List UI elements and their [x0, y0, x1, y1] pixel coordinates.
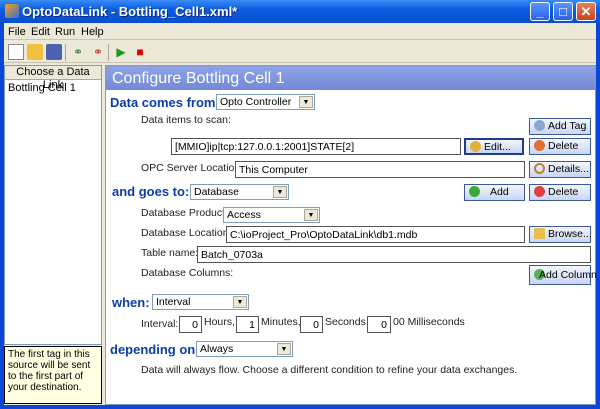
chevron-down-icon: ▼	[233, 296, 247, 308]
add-tag-label: Add Tag	[548, 120, 587, 132]
chevron-down-icon: ▼	[277, 343, 291, 355]
folder-icon	[534, 228, 545, 239]
source-value: Opto Controller	[220, 96, 292, 108]
location-field[interactable]: C:\ioProject_Pro\OptoDataLink\db1.mdb	[226, 226, 525, 243]
maximize-button[interactable]: □	[553, 2, 573, 21]
browse-button[interactable]: Browse...	[529, 226, 592, 243]
minus-circle-icon	[534, 186, 545, 197]
when-label: when:	[112, 295, 150, 310]
open-icon[interactable]	[27, 44, 43, 60]
menu-edit[interactable]: Edit	[31, 26, 50, 38]
list-header: Choose a Data Link	[5, 66, 101, 91]
menu-bar: File Edit Run Help	[4, 23, 596, 40]
window-title: OptoDataLink - Bottling_Cell1.xml*	[22, 4, 238, 19]
plus-circle-icon	[469, 186, 480, 197]
product-dropdown[interactable]: Access ▼	[223, 207, 320, 223]
location-label: Database Location:	[141, 227, 232, 239]
tag-field[interactable]: [MMIO]ip|tcp:127.0.0.1:2001]STATE[2]	[171, 138, 461, 155]
page-title: Configure Bottling Cell 1	[106, 66, 595, 90]
add-column-label: Add Column	[539, 269, 597, 281]
magnifier-icon	[534, 163, 545, 174]
data-link-list: Choose a Data Link Bottling Cell 1	[4, 65, 102, 345]
toolbar-separator	[65, 44, 66, 61]
edit-icon	[470, 141, 481, 152]
menu-run[interactable]: Run	[55, 26, 75, 38]
app-icon	[5, 4, 19, 18]
condition-description: Data will always flow. Choose a differen…	[141, 364, 518, 376]
list-item[interactable]: Bottling Cell 1	[5, 80, 101, 96]
items-label: Data items to scan:	[141, 114, 231, 126]
delete-link-icon[interactable]: ⚭	[90, 44, 106, 60]
minutes-label: Minutes,	[261, 316, 301, 328]
columns-label: Database Columns:	[141, 267, 234, 279]
browse-label: Browse...	[548, 228, 592, 240]
delete-dest-label: Delete	[548, 186, 579, 198]
milliseconds-field[interactable]: 0	[367, 316, 391, 333]
add-tag-button[interactable]: Add Tag	[529, 118, 591, 135]
tag-delete-icon	[534, 140, 545, 151]
save-icon[interactable]	[46, 44, 62, 60]
product-label: Database Product:	[141, 207, 228, 219]
edit-label: Edit...	[484, 141, 511, 153]
run-icon[interactable]: ▶	[113, 44, 129, 60]
depending-value: Always	[200, 343, 234, 355]
toolbar: ⚭ ⚭ ▶ ■	[4, 41, 596, 63]
source-dropdown[interactable]: Opto Controller ▼	[216, 94, 315, 110]
when-value: Interval	[156, 296, 191, 308]
dest-value: Database	[194, 186, 239, 198]
interval-label: Interval:	[141, 318, 179, 330]
title-bar[interactable]: OptoDataLink - Bottling_Cell1.xml* _ □ ✕	[0, 0, 600, 23]
new-icon[interactable]	[8, 44, 24, 60]
add-dest-button[interactable]: Add	[464, 184, 525, 201]
stop-icon[interactable]: ■	[132, 44, 148, 60]
minutes-field[interactable]: 1	[236, 316, 259, 333]
add-dest-label: Add	[490, 186, 509, 198]
source-label: Data comes from:	[110, 95, 220, 110]
delete-tag-label: Delete	[548, 140, 579, 152]
delete-dest-button[interactable]: Delete	[529, 184, 591, 201]
dest-dropdown[interactable]: Database ▼	[190, 184, 289, 200]
menu-help[interactable]: Help	[81, 26, 104, 38]
toolbar-separator	[108, 44, 109, 61]
menu-file[interactable]: File	[8, 26, 26, 38]
details-button[interactable]: Details...	[529, 161, 591, 178]
hours-label: Hours,	[204, 316, 235, 328]
when-dropdown[interactable]: Interval ▼	[152, 294, 249, 310]
depending-dropdown[interactable]: Always ▼	[196, 341, 293, 357]
delete-tag-button[interactable]: Delete	[529, 138, 591, 155]
table-field[interactable]: Batch_0703a	[197, 246, 591, 263]
tip-panel: The first tag in this source will be sen…	[4, 346, 102, 404]
dest-label: and goes to:	[112, 184, 190, 199]
chevron-down-icon: ▼	[299, 96, 313, 108]
minimize-button[interactable]: _	[530, 2, 550, 21]
add-link-icon[interactable]: ⚭	[70, 44, 86, 60]
chevron-down-icon: ▼	[304, 209, 318, 221]
tag-add-icon	[534, 120, 545, 131]
seconds-label: Seconds,	[325, 316, 369, 328]
edit-button[interactable]: Edit...	[464, 138, 524, 155]
seconds-field[interactable]: 0	[300, 316, 323, 333]
close-button[interactable]: ✕	[576, 2, 596, 21]
opc-field[interactable]: This Computer	[235, 161, 525, 178]
opc-label: OPC Server Location:	[141, 162, 244, 174]
hours-field[interactable]: 0	[179, 316, 202, 333]
product-value: Access	[227, 209, 261, 221]
depending-label: depending on:	[110, 342, 200, 357]
table-label: Table name:	[141, 247, 199, 259]
milliseconds-label: 00 Milliseconds	[393, 316, 465, 328]
chevron-down-icon: ▼	[273, 186, 287, 198]
details-label: Details...	[548, 163, 589, 175]
add-column-button[interactable]: Add Column	[529, 265, 597, 285]
